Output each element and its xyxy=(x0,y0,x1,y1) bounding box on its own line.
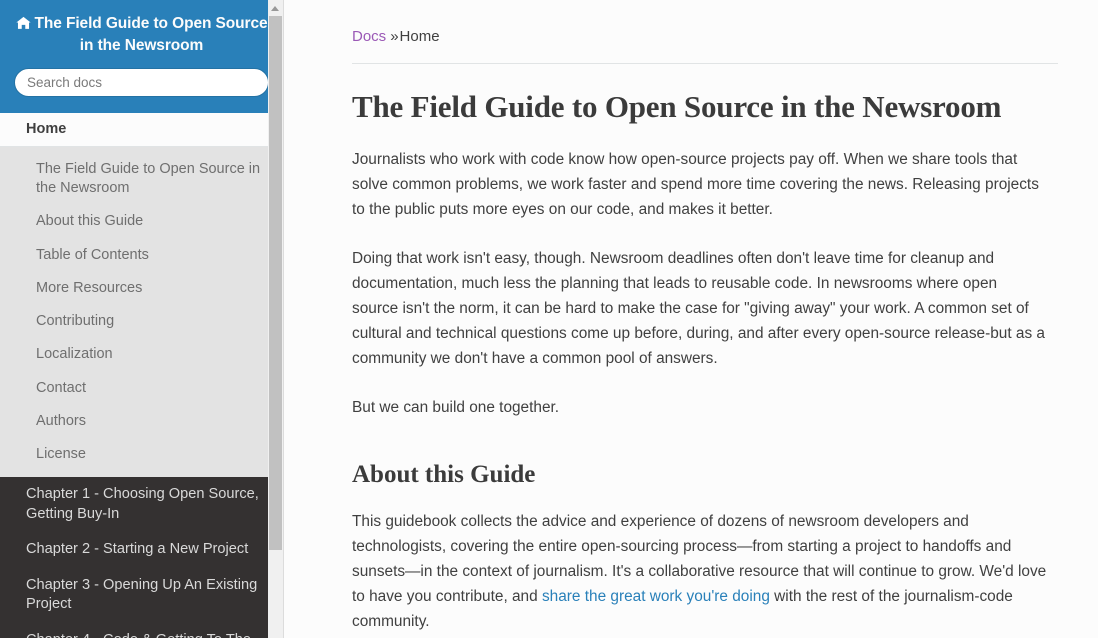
sidebar-title[interactable]: The Field Guide to Open Source in the Ne… xyxy=(14,14,269,56)
sidebar-inner: The Field Guide to Open Source in the Ne… xyxy=(0,0,283,638)
list-item: Localization xyxy=(0,338,283,371)
list-item: Contributing xyxy=(0,305,283,338)
intro-paragraph-3: But we can build one together. xyxy=(352,398,560,416)
sidebar-item-chapter-1[interactable]: Chapter 1 - Choosing Open Source, Gettin… xyxy=(0,477,283,532)
list-item: Chapter 3 - Opening Up An Existing Proje… xyxy=(0,568,283,623)
share-work-link[interactable]: share the great work you're doing xyxy=(542,588,770,605)
search-input[interactable] xyxy=(14,67,269,97)
breadcrumb-docs-link[interactable]: Docs xyxy=(352,28,386,45)
sidebar-scrollbar[interactable] xyxy=(268,0,283,638)
sidebar-item-home[interactable]: Home xyxy=(0,112,283,147)
intro-paragraph-2: Doing that work isn't easy, though. News… xyxy=(352,249,1045,367)
list-item: Chapter 2 - Starting a New Project xyxy=(0,532,283,567)
sidebar-title-text: The Field Guide to Open Source in the Ne… xyxy=(34,15,268,54)
breadcrumb-current: Home xyxy=(399,28,440,45)
sidebar-item-authors[interactable]: Authors xyxy=(0,405,283,438)
section-heading-about: About this Guide xyxy=(352,460,536,488)
triangle-up-icon[interactable] xyxy=(268,0,283,15)
list-item: About this Guide xyxy=(0,205,283,238)
page-title: The Field Guide to Open Source in the Ne… xyxy=(352,89,1002,124)
sidebar-item-chapter-3[interactable]: Chapter 3 - Opening Up An Existing Proje… xyxy=(0,568,283,623)
sidebar-item-about-this-guide[interactable]: About this Guide xyxy=(0,205,283,238)
sidebar-item-table-of-contents[interactable]: Table of Contents xyxy=(0,239,283,272)
page-root: The Field Guide to Open Source in the Ne… xyxy=(0,0,1098,638)
list-item: Table of Contents xyxy=(0,239,283,272)
sidebar-subsection-list: The Field Guide to Open Source in the Ne… xyxy=(0,146,283,478)
about-paragraph: This guidebook collects the advice and e… xyxy=(352,510,1047,635)
intro-paragraph-1: Journalists who work with code know how … xyxy=(352,151,1039,218)
list-item: More Resources xyxy=(0,272,283,305)
list-item: Authors xyxy=(0,405,283,438)
list-item: License xyxy=(0,438,283,471)
sidebar-content-divider xyxy=(283,0,300,638)
sidebar-item-home-label: Home xyxy=(26,120,67,137)
sidebar-item-contact[interactable]: Contact xyxy=(0,372,283,405)
sidebar-item-localization[interactable]: Localization xyxy=(0,338,283,371)
home-icon xyxy=(15,16,31,36)
sidebar-item-chapter-4[interactable]: Chapter 4 - Code & Getting To The First … xyxy=(0,623,283,638)
list-item: Chapter 4 - Code & Getting To The First … xyxy=(0,623,283,638)
breadcrumb-separator: » xyxy=(390,28,399,45)
main-content: Docs »Home The Field Guide to Open Source… xyxy=(300,0,1098,638)
sidebar-item-chapter-2[interactable]: Chapter 2 - Starting a New Project xyxy=(0,532,283,567)
sidebar-item-more-resources[interactable]: More Resources xyxy=(0,272,283,305)
sidebar: The Field Guide to Open Source in the Ne… xyxy=(0,0,283,638)
breadcrumb: Docs »Home xyxy=(352,28,1058,64)
sidebar-header: The Field Guide to Open Source in the Ne… xyxy=(0,0,283,113)
sidebar-item-license[interactable]: License xyxy=(0,438,283,471)
list-item: Contact xyxy=(0,372,283,405)
list-item: The Field Guide to Open Source in the Ne… xyxy=(0,153,283,206)
sidebar-chapter-list: Chapter 1 - Choosing Open Source, Gettin… xyxy=(0,477,283,638)
list-item: Chapter 1 - Choosing Open Source, Gettin… xyxy=(0,477,283,532)
scrollbar-thumb[interactable] xyxy=(269,16,282,550)
sidebar-item-contributing[interactable]: Contributing xyxy=(0,305,283,338)
sidebar-item-field-guide[interactable]: The Field Guide to Open Source in the Ne… xyxy=(0,153,283,206)
